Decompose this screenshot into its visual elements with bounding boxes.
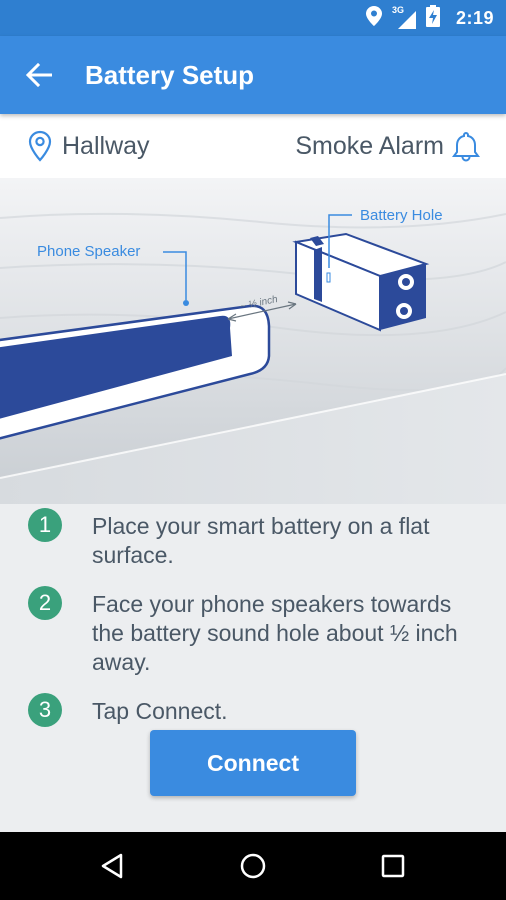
location-name: Hallway bbox=[62, 131, 150, 160]
step-item: 3 Tap Connect. bbox=[28, 693, 228, 727]
step-item: 2 Face your phone speakers towards the b… bbox=[28, 586, 458, 675]
bell-icon bbox=[452, 131, 480, 162]
recents-square-icon bbox=[381, 854, 405, 878]
step-text: Face your phone speakers towards the bat… bbox=[92, 591, 458, 675]
nav-recents-button[interactable] bbox=[373, 846, 413, 886]
connect-button[interactable]: Connect bbox=[150, 730, 356, 796]
step-text: Place your smart battery on a flat surfa… bbox=[92, 513, 430, 568]
signal-icon: 3G bbox=[392, 5, 416, 29]
location-icon bbox=[365, 5, 382, 31]
phone-speaker-label: Phone Speaker bbox=[37, 243, 140, 260]
status-time: 2:19 bbox=[455, 7, 494, 28]
status-bar: 3G 2:19 bbox=[0, 0, 506, 36]
page-title: Battery Setup bbox=[85, 60, 255, 90]
battery-placement-illustration: Phone Speaker ~ ½ inch Battery Hole bbox=[0, 178, 506, 504]
step-number-badge: 2 bbox=[28, 586, 62, 620]
battery-hole-label: Battery Hole bbox=[360, 207, 443, 224]
home-circle-icon bbox=[240, 853, 266, 879]
step-number-badge: 3 bbox=[28, 693, 62, 727]
device-info: Smoke Alarm bbox=[295, 130, 480, 162]
device-name: Smoke Alarm bbox=[295, 131, 444, 160]
back-button[interactable] bbox=[20, 56, 58, 94]
arrow-left-icon bbox=[26, 63, 52, 87]
step-text: Tap Connect. bbox=[92, 698, 228, 724]
status-icons: 3G 2:19 bbox=[365, 0, 494, 36]
back-triangle-icon bbox=[101, 853, 123, 879]
location-bar: Hallway Smoke Alarm bbox=[0, 114, 506, 178]
battery-charging-icon bbox=[425, 4, 440, 32]
step-number-badge: 1 bbox=[28, 508, 62, 542]
nav-home-button[interactable] bbox=[233, 846, 273, 886]
step-item: 1 Place your smart battery on a flat sur… bbox=[28, 508, 430, 568]
location-info: Hallway bbox=[28, 130, 150, 162]
app-bar: Battery Setup bbox=[0, 36, 506, 114]
map-pin-icon bbox=[28, 130, 52, 162]
system-nav-bar bbox=[0, 832, 506, 900]
nav-back-button[interactable] bbox=[92, 846, 132, 886]
